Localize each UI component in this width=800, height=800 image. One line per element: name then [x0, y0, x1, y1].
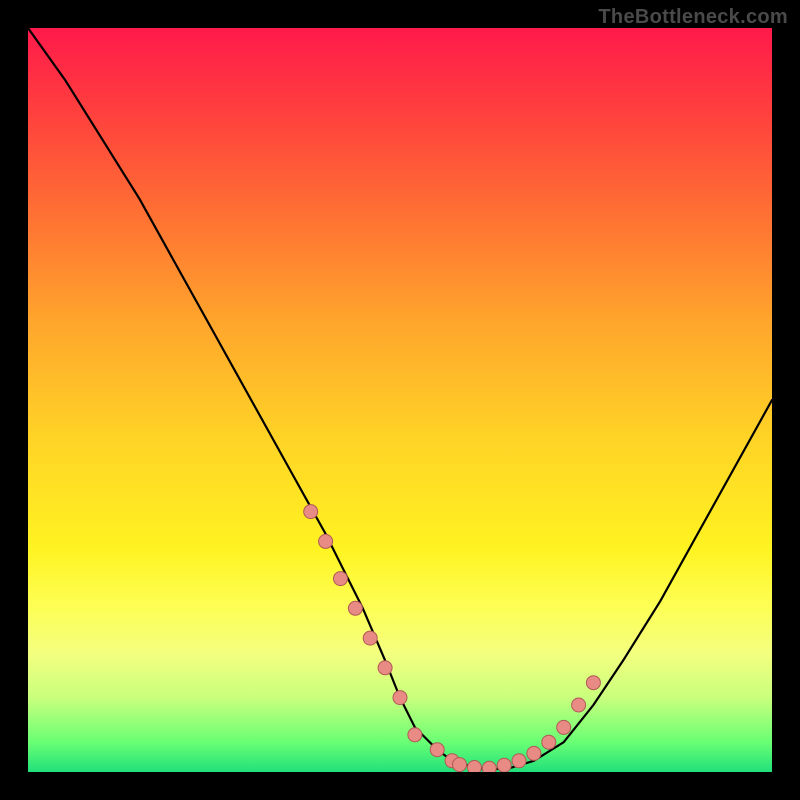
marker-dot	[453, 758, 467, 772]
marker-dot	[497, 758, 511, 772]
marker-dot	[430, 743, 444, 757]
marker-dot	[408, 728, 422, 742]
marker-dot	[542, 735, 556, 749]
chart-svg	[28, 28, 772, 772]
marker-dots	[304, 505, 601, 772]
marker-dot	[467, 761, 481, 773]
marker-dot	[334, 572, 348, 586]
marker-dot	[527, 746, 541, 760]
marker-dot	[482, 761, 496, 772]
marker-dot	[348, 601, 362, 615]
bottleneck-curve	[28, 28, 772, 770]
marker-dot	[363, 631, 377, 645]
plot-area	[28, 28, 772, 772]
marker-dot	[572, 698, 586, 712]
marker-dot	[378, 661, 392, 675]
marker-dot	[557, 720, 571, 734]
marker-dot	[393, 691, 407, 705]
chart-frame: TheBottleneck.com	[0, 0, 800, 800]
marker-dot	[586, 676, 600, 690]
marker-dot	[304, 505, 318, 519]
marker-dot	[512, 754, 526, 768]
marker-dot	[319, 534, 333, 548]
watermark-text: TheBottleneck.com	[598, 6, 788, 29]
